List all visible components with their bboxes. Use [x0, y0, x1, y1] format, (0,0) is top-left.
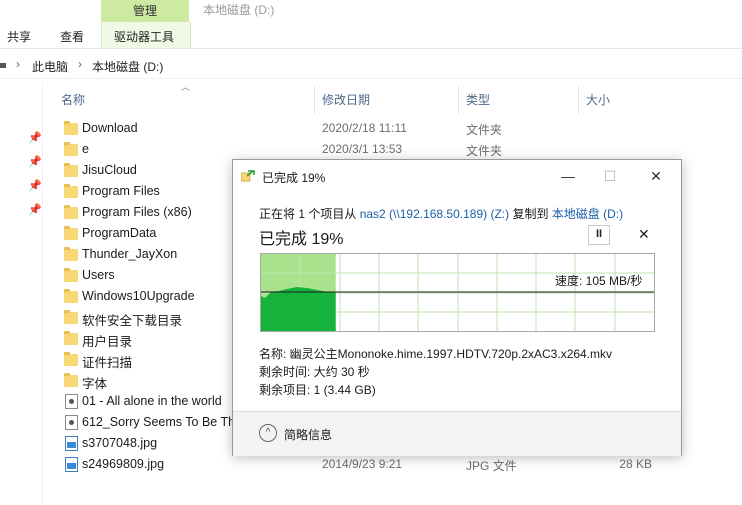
- file-date: 2014/9/23 9:21: [322, 457, 403, 471]
- source-path-link[interactable]: (\\192.168.50.189) (Z:): [386, 207, 509, 221]
- file-name: Users: [82, 268, 115, 282]
- file-size: 28 KB: [619, 457, 652, 471]
- file-name: Program Files (x86): [82, 205, 192, 219]
- breadcrumb-this-pc[interactable]: 此电脑: [32, 58, 68, 75]
- image-file-icon: [65, 436, 78, 451]
- file-name: ProgramData: [82, 226, 157, 240]
- copy-progress-dialog: 已完成 19% — ☐ ✕ 正在将 1 个项目从 nas2 (\\192.168…: [232, 159, 682, 456]
- file-name: JisuCloud: [82, 163, 137, 177]
- progress-status: 已完成 19%: [259, 231, 344, 248]
- minimize-button[interactable]: —: [547, 164, 589, 188]
- speed-area: [261, 287, 336, 331]
- window-title: 本地磁盘 (D:): [203, 3, 275, 17]
- file-name-line: 名称: 幽灵公主Mononoke.hime.1997.HDTV.720p.2xA…: [259, 347, 613, 361]
- column-divider[interactable]: [578, 86, 579, 114]
- file-type: JPG 文件: [466, 459, 517, 473]
- pin-icon: 📌: [28, 204, 42, 216]
- file-date: 2020/3/1 13:53: [322, 142, 403, 156]
- file-name: 用户目录: [82, 335, 133, 349]
- close-button[interactable]: ✕: [635, 164, 677, 188]
- time-remaining-line: 剩余时间: 大约 30 秒: [259, 365, 370, 379]
- tab-manage[interactable]: 管理: [101, 2, 189, 19]
- copy-description: 正在将 1 个项目从 nas2 (\\192.168.50.189) (Z:) …: [259, 205, 623, 222]
- folder-icon: [64, 205, 78, 219]
- tab-share[interactable]: 共享: [7, 28, 31, 45]
- column-divider[interactable]: [458, 86, 459, 114]
- sort-ascending-icon: ︿: [181, 82, 191, 92]
- file-name: 612_Sorry Seems To Be Th: [82, 415, 236, 429]
- dialog-title: 已完成 19%: [262, 171, 326, 185]
- collapse-details-icon[interactable]: ^: [259, 424, 277, 442]
- speed-graph-svg: 速度: 105 MB/秒: [261, 254, 654, 331]
- column-divider[interactable]: [314, 86, 315, 114]
- maximize-button[interactable]: ☐: [589, 164, 631, 188]
- folder-icon: [64, 226, 78, 240]
- file-name: s24969809.jpg: [82, 457, 165, 471]
- folder-icon: [64, 163, 78, 177]
- source-link[interactable]: nas2: [360, 207, 386, 221]
- speed-graph: 速度: 105 MB/秒: [260, 253, 655, 332]
- file-name: s3707048.jpg: [82, 436, 158, 450]
- speed-label: 速度: 105 MB/秒: [555, 273, 642, 288]
- file-name: 字体: [82, 377, 108, 391]
- file-name: 证件扫描: [82, 356, 133, 370]
- file-name: Download: [82, 121, 138, 135]
- folder-icon: [64, 268, 78, 282]
- cancel-copy-button[interactable]: ✕: [638, 226, 650, 243]
- folder-icon: [64, 142, 78, 156]
- column-header-size[interactable]: 大小: [586, 91, 610, 108]
- file-name: e: [82, 142, 89, 156]
- column-header-date[interactable]: 修改日期: [322, 91, 370, 108]
- file-date: 2020/2/18 11:11: [322, 121, 407, 135]
- file-type: 文件夹: [466, 123, 503, 137]
- folder-icon: [64, 289, 78, 303]
- pc-icon: [0, 63, 6, 68]
- music-file-icon: [65, 394, 78, 409]
- file-name: Program Files: [82, 184, 160, 198]
- breadcrumb-separator: ›: [78, 57, 82, 71]
- copy-icon: [240, 170, 255, 182]
- items-remaining-line: 剩余项目: 1 (3.44 GB): [259, 383, 376, 397]
- folder-icon: [64, 121, 78, 135]
- file-type: 文件夹: [466, 144, 503, 158]
- folder-icon: [64, 331, 78, 345]
- file-name: Thunder_JayXon: [82, 247, 178, 261]
- folder-icon: [64, 247, 78, 261]
- nav-pane-border: [42, 84, 43, 504]
- copy-mid: 复制到: [509, 207, 552, 221]
- pin-icon: 📌: [28, 180, 42, 192]
- folder-icon: [64, 310, 78, 324]
- pin-icon: 📌: [28, 156, 42, 168]
- file-name: 01 - All alone in the world: [82, 394, 222, 408]
- breadcrumb-drive-d[interactable]: 本地磁盘 (D:): [92, 58, 163, 75]
- fewer-details-button[interactable]: 简略信息: [284, 426, 332, 443]
- music-file-icon: [65, 415, 78, 430]
- column-header-type[interactable]: 类型: [466, 91, 490, 108]
- destination-link[interactable]: 本地磁盘 (D:): [552, 207, 623, 221]
- pin-icon: 📌: [28, 132, 42, 144]
- tab-drive-tools[interactable]: 驱动器工具: [114, 28, 174, 45]
- file-name: 软件安全下载目录: [82, 314, 183, 328]
- copy-prefix: 正在将 1 个项目从: [259, 207, 360, 221]
- breadcrumb-separator: ›: [16, 57, 20, 71]
- file-name: Windows10Upgrade: [82, 289, 195, 303]
- folder-icon: [64, 352, 78, 366]
- column-header-name[interactable]: 名称: [61, 91, 85, 108]
- tab-view[interactable]: 查看: [60, 28, 84, 45]
- folder-icon: [64, 184, 78, 198]
- folder-icon: [64, 373, 78, 387]
- pause-button[interactable]: II: [588, 225, 610, 245]
- image-file-icon: [65, 457, 78, 472]
